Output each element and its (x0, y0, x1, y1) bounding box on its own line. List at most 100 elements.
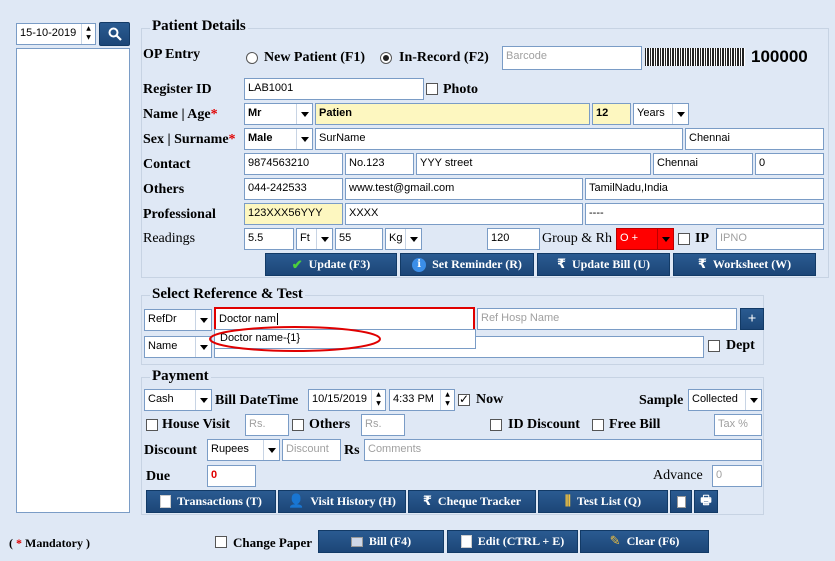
broom-icon: ✎ (609, 534, 621, 549)
landline-input[interactable]: 044-242533 (244, 178, 343, 200)
age-unit-select[interactable]: Years (633, 103, 689, 125)
edit-button[interactable]: Edit (CTRL + E) (447, 530, 578, 553)
bill-button[interactable]: Bill (F4) (318, 530, 444, 553)
weight-input[interactable]: 55 (335, 228, 383, 250)
advance-label: Advance (653, 468, 703, 483)
id-discount-checkbox[interactable] (490, 419, 502, 431)
advance-input[interactable]: 0 (712, 465, 762, 487)
test-type-select[interactable]: Name (144, 336, 212, 358)
bill-time-spinner[interactable]: ▲ ▼ (440, 390, 454, 410)
professional-id-input[interactable]: 123XXX56YYY (244, 203, 343, 225)
now-checkbox[interactable] (458, 392, 470, 406)
bill-date-spinner[interactable]: ▲ ▼ (371, 390, 385, 410)
photo-checkbox[interactable] (426, 83, 438, 95)
street-input[interactable]: YYY street (416, 153, 651, 175)
door-input[interactable]: No.123 (345, 153, 414, 175)
set-reminder-label: Set Reminder (R) (432, 257, 522, 271)
phone-input[interactable]: 9874563210 (244, 153, 343, 175)
cheque-tracker-label: Cheque Tracker (437, 494, 522, 508)
surname-value: SurName (319, 132, 366, 144)
bill-time-value: 4:33 PM (393, 393, 434, 405)
test-list-button[interactable]: ⫼ Test List (Q) (538, 490, 668, 513)
professional-name-value: XXXX (349, 207, 379, 219)
tax-input[interactable]: Tax % (714, 414, 762, 436)
ref-type-select[interactable]: RefDr (144, 309, 212, 331)
bill-datetime-label: Bill DateTime (215, 393, 299, 408)
tax-placeholder: Tax % (718, 418, 748, 430)
house-visit-amount[interactable]: Rs. (245, 414, 289, 436)
height-unit-select[interactable]: Ft (296, 228, 333, 250)
printer-icon: 🖶 (700, 493, 712, 507)
update-button[interactable]: ✔ Update (F3) (265, 253, 397, 276)
age-input[interactable]: 12 (592, 103, 631, 125)
professional-name-input[interactable]: XXXX (345, 203, 583, 225)
search-icon (108, 27, 122, 41)
cheque-tracker-button[interactable]: ₹ Cheque Tracker (408, 490, 536, 513)
print-button[interactable]: 🖶 (694, 490, 718, 513)
new-patient-radio[interactable] (246, 52, 258, 64)
clear-button[interactable]: ✎ Clear (F6) (580, 530, 709, 553)
email-value: www.test@gmail.com (349, 182, 455, 194)
street-value: YYY street (420, 157, 473, 169)
surname-input[interactable]: SurName (315, 128, 683, 150)
others-amount[interactable]: Rs. (361, 414, 405, 436)
email-input[interactable]: www.test@gmail.com (345, 178, 583, 200)
others-checkbox[interactable] (292, 419, 304, 431)
discount-type-select[interactable]: Rupees (207, 439, 280, 461)
plus-icon: + (747, 310, 757, 327)
date-spinner[interactable]: ▲ ▼ (81, 24, 95, 44)
bill-date-input[interactable]: 10/15/2019 ▲ ▼ (308, 389, 386, 411)
add-reference-button[interactable]: + (740, 308, 764, 330)
transactions-label: Transactions (T) (177, 494, 262, 508)
worksheet-button[interactable]: ₹ Worksheet (W) (673, 253, 816, 276)
state-input[interactable]: TamilNadu,India (585, 178, 824, 200)
free-bill-checkbox[interactable] (592, 419, 604, 431)
height-input[interactable]: 5.5 (244, 228, 294, 250)
update-bill-label: Update Bill (U) (572, 257, 651, 271)
barcode-input[interactable]: Barcode (502, 46, 642, 70)
in-record-radio[interactable] (380, 52, 392, 64)
weight-unit-select[interactable]: Kg (385, 228, 422, 250)
patient-list[interactable] (16, 48, 130, 513)
comments-input[interactable]: Comments (364, 439, 762, 461)
discount-input[interactable]: Discount (282, 439, 341, 461)
chevron-down-icon (195, 390, 211, 410)
title-select[interactable]: Mr (244, 103, 313, 125)
due-input[interactable]: 0 (207, 465, 256, 487)
date-picker[interactable]: 15-10-2019 ▲ ▼ (16, 23, 96, 45)
dept-checkbox[interactable] (708, 340, 720, 352)
change-paper-checkbox[interactable] (215, 536, 227, 548)
update-bill-button[interactable]: ₹ Update Bill (U) (537, 253, 670, 276)
professional-extra-input[interactable]: ---- (585, 203, 824, 225)
sex-select[interactable]: Male (244, 128, 313, 150)
payment-mode-select[interactable]: Cash (144, 389, 212, 411)
ipno-input[interactable]: IPNO (716, 228, 824, 250)
bill-time-input[interactable]: 4:33 PM ▲ ▼ (389, 389, 455, 411)
register-id-label: Register ID (143, 82, 212, 97)
set-reminder-button[interactable]: i Set Reminder (R) (400, 253, 534, 276)
chevron-down-icon (672, 104, 688, 124)
landline-value: 044-242533 (248, 182, 307, 194)
sample-select[interactable]: Collected (688, 389, 762, 411)
house-visit-checkbox[interactable] (146, 419, 158, 431)
ip-checkbox[interactable] (678, 233, 690, 245)
name-age-label: Name | Age* (143, 107, 218, 122)
ref-hosp-input[interactable]: Ref Hosp Name (477, 308, 737, 330)
city-input[interactable]: Chennai (685, 128, 824, 150)
register-id-input[interactable]: LAB1001 (244, 78, 424, 100)
bill-date-value: 10/15/2019 (312, 393, 368, 405)
visit-history-button[interactable]: 👤 Visit History (H) (278, 490, 406, 513)
calculator-button[interactable] (670, 490, 692, 513)
discount-placeholder: Discount (286, 443, 329, 455)
blood-group-select[interactable]: O + (616, 228, 674, 250)
update-label: Update (F3) (308, 257, 371, 271)
search-button[interactable] (99, 22, 130, 46)
bp-input[interactable]: 120 (487, 228, 540, 250)
name-input[interactable]: Patien (315, 103, 590, 125)
contact-city-input[interactable]: Chennai (653, 153, 753, 175)
pincode-input[interactable]: 0 (755, 153, 824, 175)
check-icon: ✔ (291, 256, 303, 272)
transactions-button[interactable]: Transactions (T) (146, 490, 276, 513)
due-label: Due (146, 469, 171, 484)
mandatory-open: ( (9, 536, 13, 550)
